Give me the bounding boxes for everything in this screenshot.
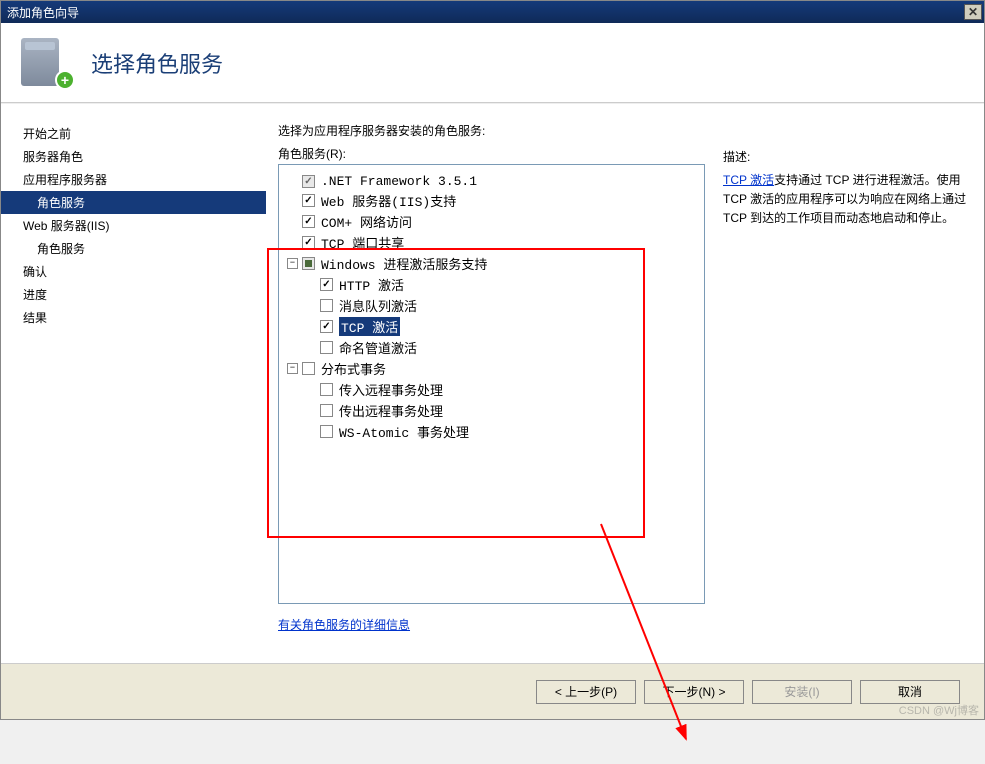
tree-label[interactable]: Web 服务器(IIS)支持 <box>321 191 456 210</box>
description-body: TCP 激活支持通过 TCP 进行进程激活。使用 TCP 激活的应用程序可以为响… <box>723 171 968 229</box>
tree-checkbox[interactable] <box>320 341 333 354</box>
header: + 选择角色服务 <box>1 23 984 103</box>
tree-checkbox[interactable] <box>320 299 333 312</box>
more-info-link[interactable]: 有关角色服务的详细信息 <box>278 616 705 633</box>
tree-item[interactable]: TCP 激活 <box>305 316 696 337</box>
tree-label[interactable]: 传入远程事务处理 <box>339 380 443 399</box>
prev-button[interactable]: < 上一步(P) <box>536 680 636 704</box>
tree-label[interactable]: 消息队列激活 <box>339 296 417 315</box>
footer: < 上一步(P) 下一步(N) > 安装(I) 取消 <box>1 663 984 719</box>
tree-checkbox[interactable] <box>302 215 315 228</box>
tree-item[interactable]: 命名管道激活 <box>305 337 696 358</box>
tree-item[interactable]: COM+ 网络访问 <box>287 211 696 232</box>
tree-expander[interactable]: − <box>287 258 298 269</box>
tree-label[interactable]: 传出远程事务处理 <box>339 401 443 420</box>
tree-checkbox[interactable] <box>320 404 333 417</box>
sidebar-item[interactable]: 应用程序服务器 <box>1 168 266 191</box>
role-services-label: 角色服务(R): <box>278 145 705 162</box>
prompt-text: 选择为应用程序服务器安装的角色服务: <box>278 122 705 139</box>
body: 开始之前服务器角色应用程序服务器角色服务Web 服务器(IIS)角色服务确认进度… <box>1 103 984 663</box>
sidebar-item[interactable]: 服务器角色 <box>1 145 266 168</box>
role-services-tree[interactable]: .NET Framework 3.5.1 Web 服务器(IIS)支持 COM+ 网… <box>278 164 705 604</box>
tree-label[interactable]: .NET Framework 3.5.1 <box>321 174 477 189</box>
main-left: 选择为应用程序服务器安装的角色服务: 角色服务(R): .NET Framewo… <box>278 122 705 653</box>
tree-checkbox[interactable] <box>302 236 315 249</box>
tree-item[interactable]: 传入远程事务处理 <box>305 379 696 400</box>
tree-item[interactable]: 传出远程事务处理 <box>305 400 696 421</box>
close-button[interactable]: ✕ <box>964 4 982 20</box>
watermark: CSDN @Wj博客 <box>899 702 979 718</box>
cancel-button[interactable]: 取消 <box>860 680 960 704</box>
description-link[interactable]: TCP 激活 <box>723 173 774 187</box>
tree-label[interactable]: 命名管道激活 <box>339 338 417 357</box>
tree-item[interactable]: HTTP 激活 <box>305 274 696 295</box>
sidebar-item[interactable]: 确认 <box>1 260 266 283</box>
tree-label[interactable]: TCP 激活 <box>339 317 400 336</box>
titlebar: 添加角色向导 ✕ <box>1 1 984 23</box>
tree-label[interactable]: COM+ 网络访问 <box>321 212 412 231</box>
tree-checkbox[interactable] <box>320 320 333 333</box>
description-title: 描述: <box>723 148 968 165</box>
tree-item[interactable]: WS-Atomic 事务处理 <box>305 421 696 442</box>
tree-checkbox[interactable] <box>302 257 315 270</box>
sidebar-item[interactable]: 进度 <box>1 283 266 306</box>
tree-expander[interactable]: − <box>287 363 298 374</box>
tree-label[interactable]: WS-Atomic 事务处理 <box>339 422 469 441</box>
tree-checkbox[interactable] <box>302 362 315 375</box>
main-content: 选择为应用程序服务器安装的角色服务: 角色服务(R): .NET Framewo… <box>266 104 984 663</box>
tree-checkbox[interactable] <box>320 383 333 396</box>
tree-item[interactable]: 消息队列激活 <box>305 295 696 316</box>
window-title: 添加角色向导 <box>7 4 79 21</box>
plus-icon: + <box>55 70 75 90</box>
sidebar-item[interactable]: 开始之前 <box>1 122 266 145</box>
tree-item[interactable]: − 分布式事务 <box>287 358 696 379</box>
sidebar-item[interactable]: 角色服务 <box>1 237 266 260</box>
tree-label[interactable]: HTTP 激活 <box>339 275 404 294</box>
next-button[interactable]: 下一步(N) > <box>644 680 744 704</box>
tree-item[interactable]: .NET Framework 3.5.1 <box>287 173 696 190</box>
tree-item[interactable]: TCP 端口共享 <box>287 232 696 253</box>
tree-checkbox[interactable] <box>302 175 315 188</box>
wizard-window: 添加角色向导 ✕ + 选择角色服务 开始之前服务器角色应用程序服务器角色服务We… <box>0 0 985 720</box>
tree-label[interactable]: 分布式事务 <box>321 359 386 378</box>
sidebar-item[interactable]: 角色服务 <box>1 191 266 214</box>
sidebar-item[interactable]: Web 服务器(IIS) <box>1 214 266 237</box>
tree-checkbox[interactable] <box>320 278 333 291</box>
sidebar-item[interactable]: 结果 <box>1 306 266 329</box>
description-panel: 描述: TCP 激活支持通过 TCP 进行进程激活。使用 TCP 激活的应用程序… <box>723 122 968 653</box>
page-title: 选择角色服务 <box>91 47 223 79</box>
tree-item[interactable]: − Windows 进程激活服务支持 <box>287 253 696 274</box>
tree-item[interactable]: Web 服务器(IIS)支持 <box>287 190 696 211</box>
tree-checkbox[interactable] <box>302 194 315 207</box>
tree-label[interactable]: TCP 端口共享 <box>321 233 404 252</box>
sidebar: 开始之前服务器角色应用程序服务器角色服务Web 服务器(IIS)角色服务确认进度… <box>1 104 266 663</box>
tree-label[interactable]: Windows 进程激活服务支持 <box>321 254 487 273</box>
install-button[interactable]: 安装(I) <box>752 680 852 704</box>
wizard-icon: + <box>21 38 71 88</box>
tree-checkbox[interactable] <box>320 425 333 438</box>
